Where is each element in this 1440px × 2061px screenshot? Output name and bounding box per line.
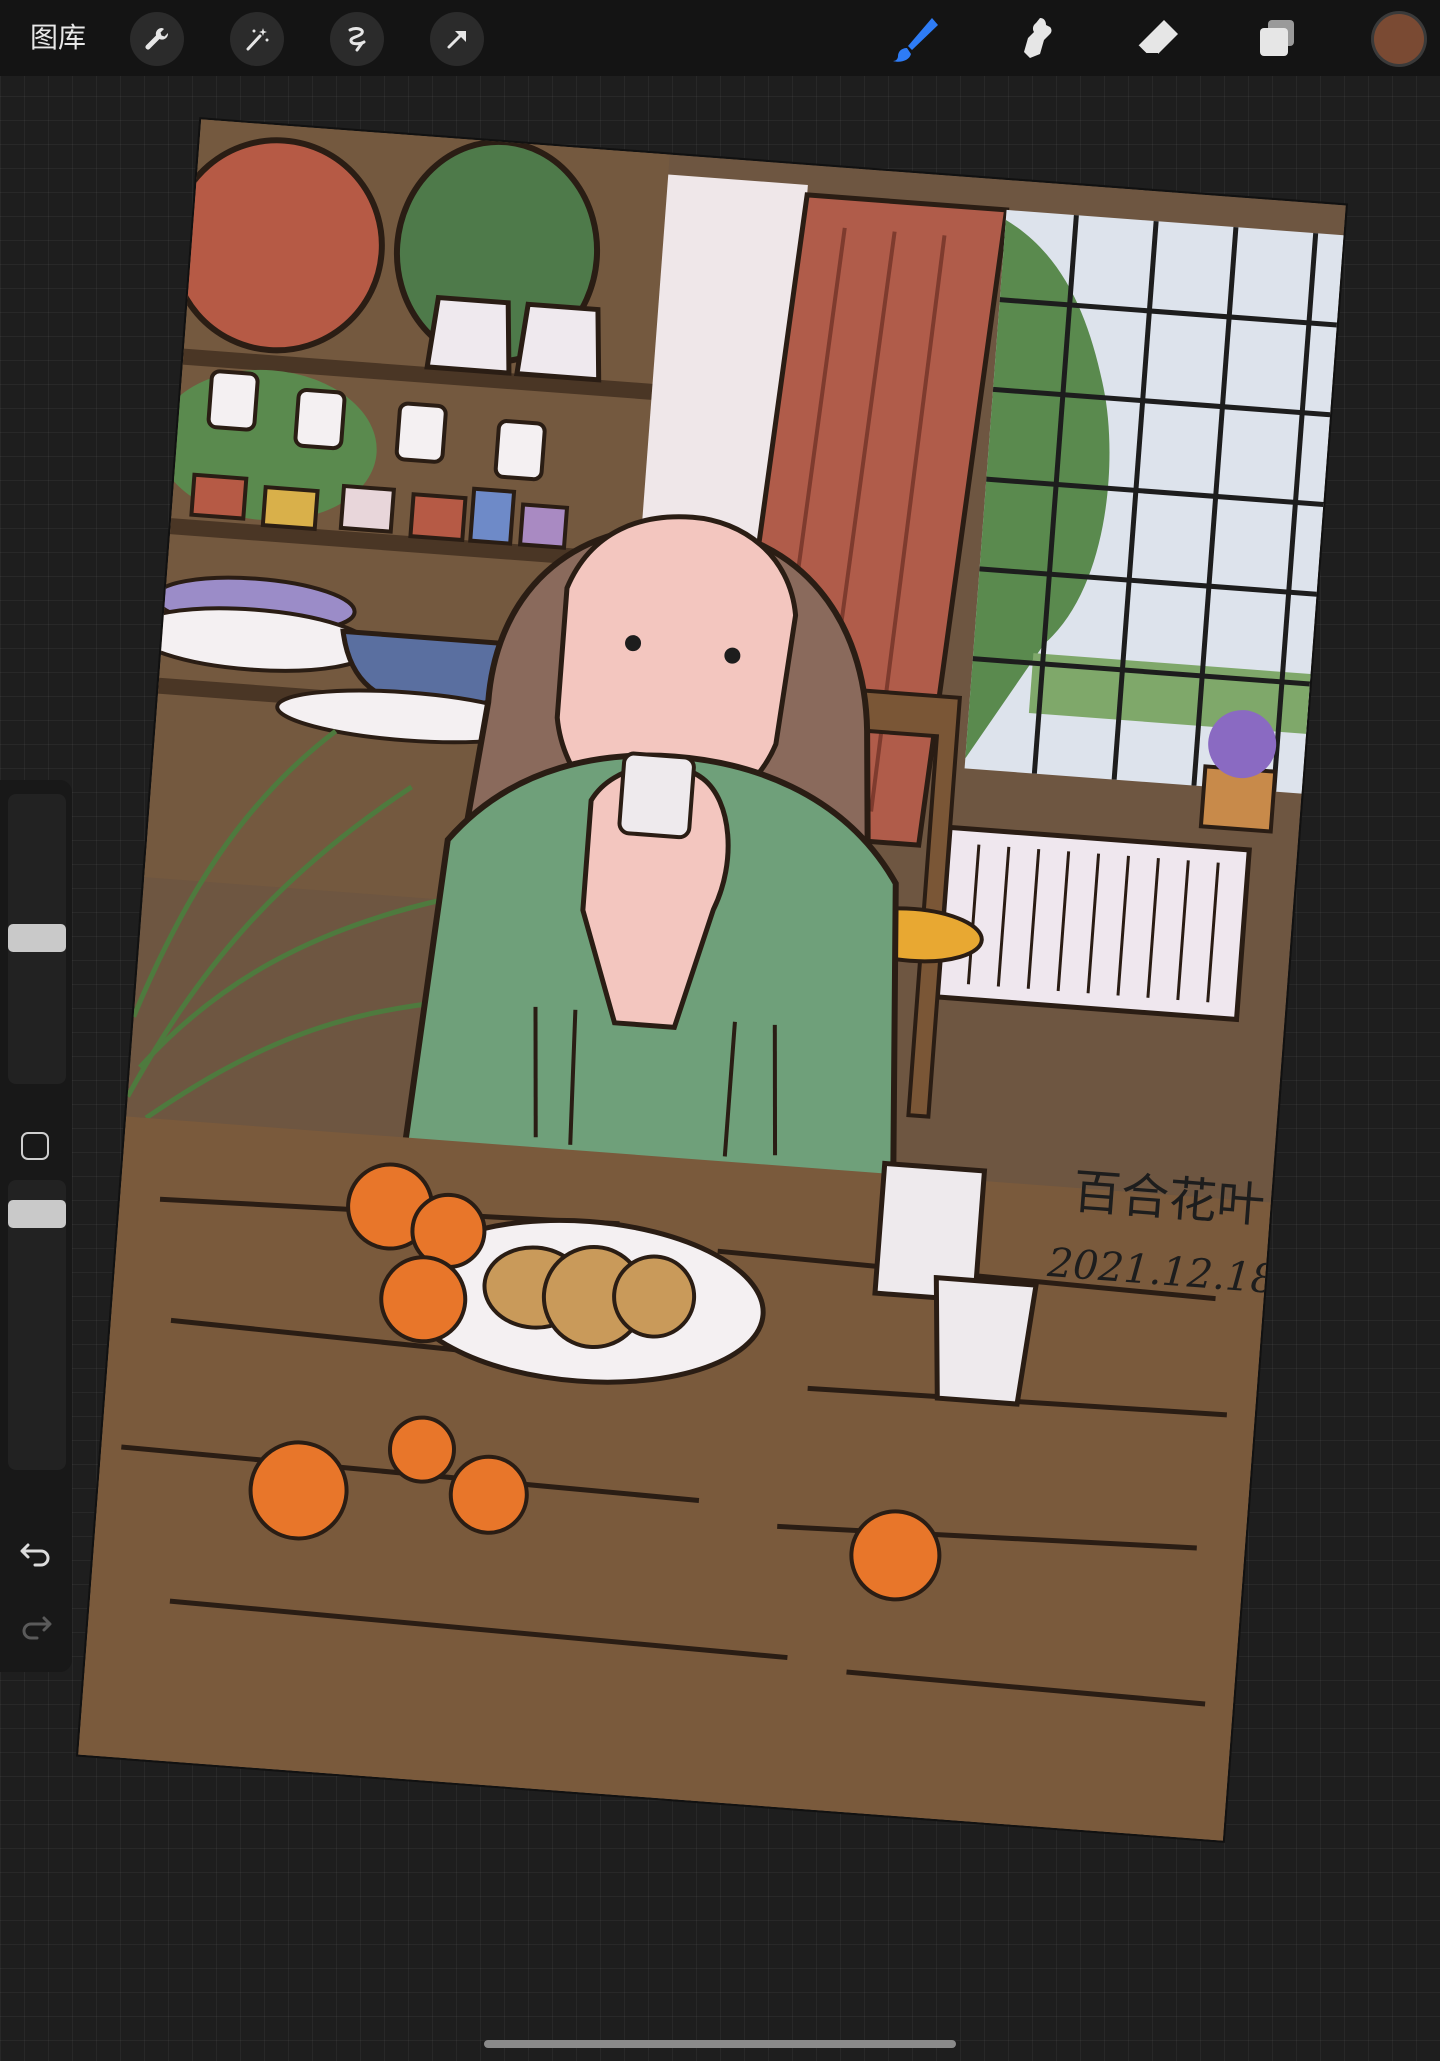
eraser-icon[interactable] [1128, 10, 1186, 68]
transform-arrow-icon[interactable] [430, 12, 484, 66]
smudge-icon[interactable] [1008, 10, 1066, 68]
magic-wand-icon[interactable] [230, 12, 284, 66]
brush-size-slider[interactable] [8, 794, 66, 1084]
opacity-slider[interactable] [8, 1180, 66, 1470]
selection-icon[interactable] [330, 12, 384, 66]
brush-size-thumb[interactable] [8, 924, 66, 952]
brush-icon[interactable] [886, 10, 944, 68]
top-toolbar: 图库 [0, 0, 1440, 76]
drawing-canvas[interactable]: 百合花叶 2021.12.18 [78, 119, 1346, 1841]
opacity-thumb[interactable] [8, 1200, 66, 1228]
left-sidebar [0, 780, 72, 1672]
redo-icon[interactable] [18, 1608, 54, 1644]
gallery-button[interactable]: 图库 [30, 20, 86, 56]
color-picker-swatch[interactable] [1374, 14, 1424, 64]
modify-button[interactable] [21, 1132, 49, 1160]
undo-icon[interactable] [18, 1535, 54, 1571]
artwork-illustration: 百合花叶 2021.12.18 [78, 119, 1346, 1841]
wrench-icon[interactable] [130, 12, 184, 66]
layers-icon[interactable] [1248, 10, 1306, 68]
home-indicator[interactable] [484, 2040, 956, 2048]
